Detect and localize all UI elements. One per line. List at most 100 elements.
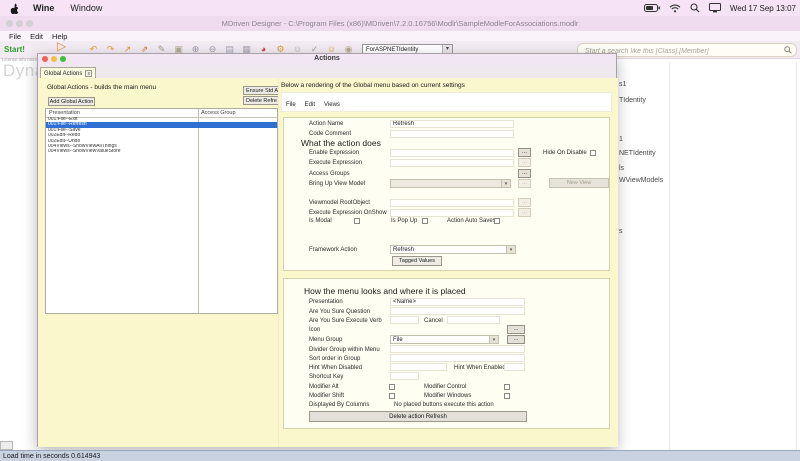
divider-group-field[interactable] (390, 345, 525, 353)
app-menubar: FileEditHelp (0, 31, 800, 41)
is-pop-up-checkbox[interactable] (422, 218, 428, 224)
hint-when-enabled-field[interactable] (504, 363, 525, 371)
access-groups-ellipsis-button[interactable]: ... (518, 169, 531, 178)
execute-expression-onshow-ellipsis-button[interactable]: ... (518, 208, 531, 217)
tree-item-fragment: NETIdentity (619, 150, 656, 157)
tree-item-fragment: s1 (619, 81, 626, 88)
global-actions-list[interactable]: Presentation Access Group 001!File--Exit… (45, 108, 278, 314)
divider-group-label: Divider Group within Menu (309, 347, 380, 353)
display-icon[interactable] (709, 3, 721, 13)
cancel-verb-field[interactable] (447, 316, 500, 324)
shortcut-key-label: Shortcut Key (309, 374, 343, 380)
screen: Wine Window Wed 17 Sep 13:07 MDriven Des… (0, 0, 800, 461)
chevron-down-icon[interactable]: ▾ (489, 336, 498, 343)
presentation-label: Presentation (309, 299, 343, 305)
hide-on-disable-label: Hide On Disable (543, 150, 587, 156)
load-time-text: Load time in seconds 0.614943 (3, 453, 100, 460)
hint-when-disabled-label: Hint When Disabled (309, 365, 362, 371)
chevron-down-icon: ▾ (501, 180, 510, 187)
framework-action-value: Refresh (393, 247, 414, 253)
dialog-title: Actions (38, 55, 616, 62)
viewmodel-rootobject-label: Viewmodel RootObject (309, 200, 370, 206)
preview-menu-edit[interactable]: Edit (305, 102, 315, 108)
column-access-group[interactable]: Access Group (201, 110, 236, 116)
execute-verb-field[interactable] (390, 316, 419, 324)
menu-wine[interactable]: Wine (33, 3, 54, 13)
action-name-field[interactable]: Refresh (390, 120, 514, 128)
tree-item-fragment: ls (619, 165, 624, 172)
ensure-std-actions-button[interactable]: Ensure Std A (243, 86, 278, 95)
modifier-shift-checkbox[interactable] (389, 393, 395, 399)
group-how-menu-looks: How the menu looks and where it is place… (283, 278, 610, 429)
modifier-control-label: Modifier Control (424, 384, 466, 390)
modifier-alt-checkbox[interactable] (389, 384, 395, 390)
icon-ellipsis-button[interactable]: ... (507, 325, 525, 334)
app-menu-edit[interactable]: Edit (30, 32, 43, 41)
apple-icon[interactable] (10, 3, 19, 14)
corner-widget (0, 441, 13, 450)
viewmodel-rootobject-field[interactable] (390, 199, 514, 207)
pane-divider (278, 78, 279, 447)
spotlight-icon[interactable] (690, 3, 700, 13)
framework-action-label: Framework Action (309, 247, 357, 253)
hint-when-enabled-label: Hint When Enabled (454, 365, 506, 371)
what-heading: What the action does (301, 138, 381, 148)
sort-order-field[interactable] (390, 354, 525, 362)
mac-menubar: Wine Window Wed 17 Sep 13:07 (0, 0, 800, 17)
column-presentation[interactable]: Presentation (49, 110, 80, 116)
are-you-sure-question-label: Are You Sure Question (309, 309, 370, 315)
displayed-by-columns-label: Displayed By Columns (309, 402, 369, 408)
group-what-action-does: Action Name Refresh Code Comment What th… (283, 117, 610, 271)
code-comment-field[interactable] (390, 130, 514, 138)
tagged-values-button[interactable]: Tagged Values (392, 256, 442, 266)
menu-group-ellipsis-button[interactable]: ... (507, 335, 525, 344)
viewmodel-rootobject-ellipsis-button[interactable]: ... (518, 198, 531, 207)
are-you-sure-question-field[interactable] (390, 307, 525, 315)
menu-window[interactable]: Window (70, 3, 102, 13)
enable-expression-field[interactable] (390, 149, 514, 157)
search-icon[interactable] (784, 46, 792, 54)
hide-on-disable-checkbox[interactable] (590, 150, 596, 156)
modifier-control-checkbox[interactable] (504, 384, 510, 390)
wifi-icon[interactable] (669, 4, 681, 13)
menubar-clock[interactable]: Wed 17 Sep 13:07 (730, 4, 796, 13)
delete-action-refresh-button[interactable]: Delete action Refresh (309, 411, 527, 422)
presentation-field[interactable]: <Name> (390, 298, 525, 306)
tree-item-fragment: s (619, 228, 623, 235)
window-titlebar: MDriven Designer - C:\Program Files (x86… (0, 16, 800, 32)
action-auto-saves-checkbox[interactable] (494, 218, 500, 224)
enable-expression-ellipsis-button[interactable]: ... (518, 148, 531, 157)
preview-menu-file[interactable]: File (286, 102, 296, 108)
action-auto-saves-label: Action Auto Saves (447, 218, 496, 224)
shortcut-key-field[interactable] (390, 372, 419, 380)
hint-when-disabled-field[interactable] (390, 363, 447, 371)
actions-dialog: Actions Global Actions x Global Actions … (37, 53, 617, 447)
modifier-windows-checkbox[interactable] (504, 393, 510, 399)
bring-up-view-model-ellipsis-button[interactable]: ... (518, 179, 531, 188)
execute-expression-field[interactable] (390, 159, 514, 167)
menu-group-dropdown[interactable]: File ▾ (390, 335, 499, 344)
execute-expression-ellipsis-button[interactable]: ... (518, 158, 531, 167)
chevron-down-icon[interactable]: ▾ (506, 246, 515, 253)
is-modal-checkbox[interactable] (354, 218, 360, 224)
action-name-label: Action Name (309, 121, 343, 127)
action-row[interactable]: 004Views--ShowViewValueStore (46, 149, 277, 154)
right-pane-heading: Below a rendering of the Global menu bas… (281, 82, 465, 89)
framework-action-dropdown[interactable]: Refresh ▾ (390, 245, 516, 254)
action-list-rows: 001!File--Exit001!File--Refresh001!File-… (46, 117, 277, 155)
global-menu-preview: File Edit Views (281, 92, 612, 112)
tree-item-fragment: TIdentity (619, 97, 646, 104)
app-menu-file[interactable]: File (9, 32, 21, 41)
new-view-button[interactable]: New View (549, 178, 609, 188)
execute-expression-onshow-field[interactable] (390, 209, 514, 217)
preview-menu-views[interactable]: Views (324, 102, 340, 108)
tab-close-icon[interactable]: x (85, 70, 92, 77)
bring-up-view-model-dropdown[interactable]: ▾ (390, 179, 511, 188)
delete-refresh-button[interactable]: Delete Refre (243, 96, 278, 105)
play-icon[interactable]: ▷ (56, 41, 67, 52)
tree-item-fragment: 1 (619, 136, 623, 143)
battery-icon[interactable] (644, 4, 660, 12)
add-global-action-button[interactable]: Add Global Action (48, 97, 95, 106)
start-button[interactable]: Start! (4, 45, 25, 54)
window-title: MDriven Designer - C:\Program Files (x86… (0, 19, 800, 28)
